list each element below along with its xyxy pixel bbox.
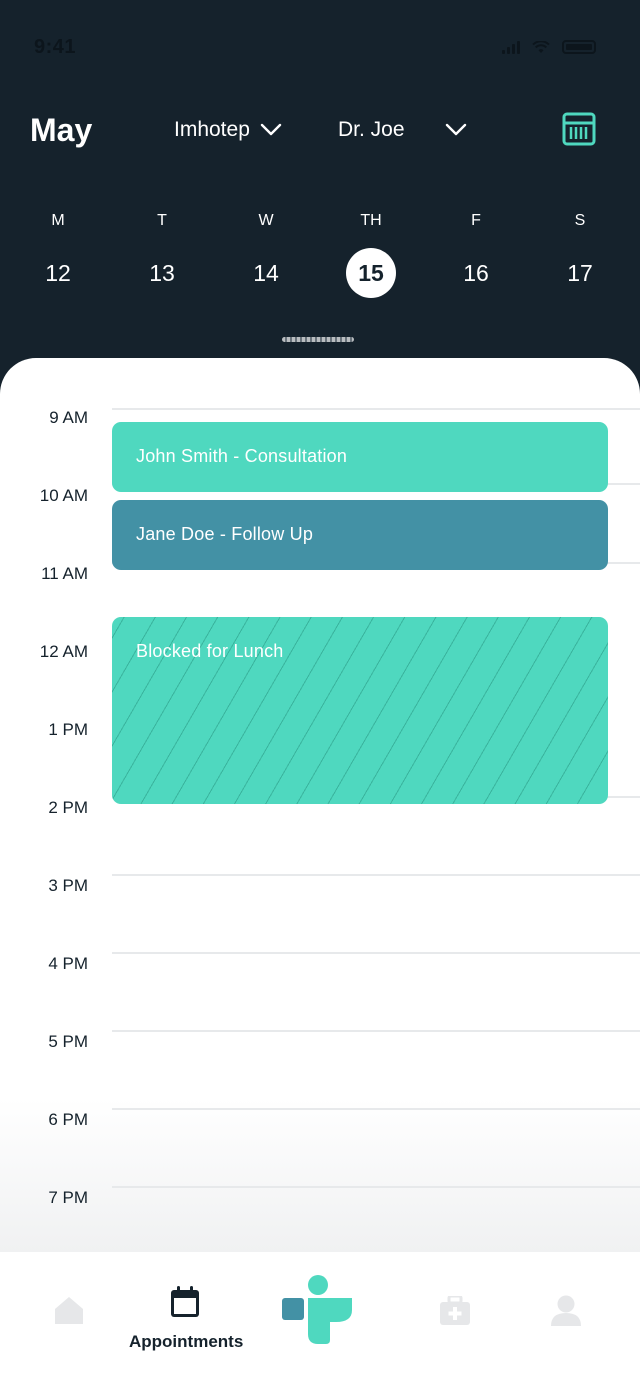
day-name: M	[51, 212, 65, 229]
provider-label: Dr. Joe	[338, 118, 405, 141]
day-friday[interactable]: F 16	[441, 210, 511, 298]
location-label: Imhotep	[174, 118, 250, 141]
hour-label: 4 PM	[48, 954, 88, 973]
calendar-icon	[171, 1286, 199, 1317]
hour-label: 6 PM	[48, 1110, 88, 1129]
wifi-icon	[532, 40, 550, 53]
hour-line	[112, 408, 640, 410]
hour-label: 2 PM	[48, 798, 88, 817]
month-view-calendar-icon[interactable]	[562, 112, 596, 146]
tab-appointments[interactable]: Appointments	[120, 1252, 250, 1378]
day-name: TH	[360, 212, 382, 229]
hour-line	[112, 1186, 640, 1188]
day-name: W	[258, 212, 274, 229]
day-thursday[interactable]: TH 15	[336, 210, 406, 298]
day-date: 12	[45, 260, 71, 286]
tab-medical[interactable]	[426, 1252, 486, 1378]
blocked-time-card[interactable]: Blocked for Lunch	[112, 617, 608, 804]
hour-line	[112, 1108, 640, 1110]
location-dropdown[interactable]: Imhotep	[174, 118, 282, 142]
day-schedule-sheet[interactable]: 9 AM 10 AM 11 AM 12 AM 1 PM 2 PM 3 PM 4 …	[0, 358, 640, 1378]
hour-row: 7 PM	[0, 1186, 640, 1218]
day-date: 13	[149, 260, 175, 286]
day-tuesday[interactable]: T 13	[127, 210, 197, 298]
hour-label: 9 AM	[49, 408, 88, 427]
day-date: 14	[253, 260, 279, 286]
system-icons	[502, 40, 596, 54]
day-date: 17	[567, 260, 593, 286]
day-monday[interactable]: M 12	[23, 210, 93, 298]
provider-dropdown[interactable]: Dr. Joe	[338, 118, 467, 142]
appointment-card[interactable]: John Smith - Consultation	[112, 422, 608, 492]
hour-label: 5 PM	[48, 1032, 88, 1051]
month-title: May	[30, 112, 93, 148]
hour-row: 5 PM	[0, 1030, 640, 1062]
hour-row: 3 PM	[0, 874, 640, 906]
chevron-down-icon	[260, 123, 282, 136]
hour-row: 6 PM	[0, 1108, 640, 1140]
day-saturday[interactable]: S 17	[545, 210, 615, 298]
hour-label: 1 PM	[48, 720, 88, 739]
day-name: T	[157, 212, 167, 229]
brand-logo-icon	[282, 1275, 352, 1344]
tab-profile[interactable]	[536, 1252, 596, 1378]
hour-line	[112, 952, 640, 954]
status-bar: 9:41	[0, 0, 640, 96]
day-wednesday[interactable]: W 14	[231, 210, 301, 298]
hour-row: 4 PM	[0, 952, 640, 984]
hour-line	[112, 874, 640, 876]
battery-icon	[562, 40, 596, 54]
cellular-signal-icon	[502, 40, 520, 54]
bottom-tab-bar: Appointments	[0, 1252, 640, 1378]
hour-label: 11 AM	[41, 564, 88, 583]
status-time: 9:41	[34, 36, 77, 58]
calendar-header: May Imhotep Dr. Joe	[0, 96, 640, 176]
hour-label: 12 AM	[39, 642, 88, 661]
selected-day-date: 15	[346, 248, 396, 298]
hour-line	[112, 1030, 640, 1032]
appointment-title: John Smith - Consultation	[136, 446, 348, 466]
day-name: S	[574, 212, 586, 229]
tab-label: Appointments	[129, 1332, 244, 1351]
blocked-time-title: Blocked for Lunch	[136, 641, 284, 661]
profile-icon	[551, 1295, 581, 1326]
chevron-down-icon	[445, 123, 466, 136]
appointment-title: Jane Doe - Follow Up	[136, 524, 314, 544]
home-icon	[55, 1297, 83, 1324]
hour-label: 7 PM	[48, 1188, 88, 1207]
day-name: F	[471, 212, 481, 229]
tab-brand-center[interactable]	[280, 1252, 356, 1378]
appointment-card[interactable]: Jane Doe - Follow Up	[112, 500, 608, 570]
hour-label: 10 AM	[39, 486, 88, 505]
hour-label: 3 PM	[48, 876, 88, 895]
sheet-drag-handle[interactable]	[282, 337, 354, 342]
tab-home[interactable]	[40, 1252, 100, 1378]
medical-kit-icon	[440, 1296, 470, 1325]
day-date: 16	[463, 260, 489, 286]
